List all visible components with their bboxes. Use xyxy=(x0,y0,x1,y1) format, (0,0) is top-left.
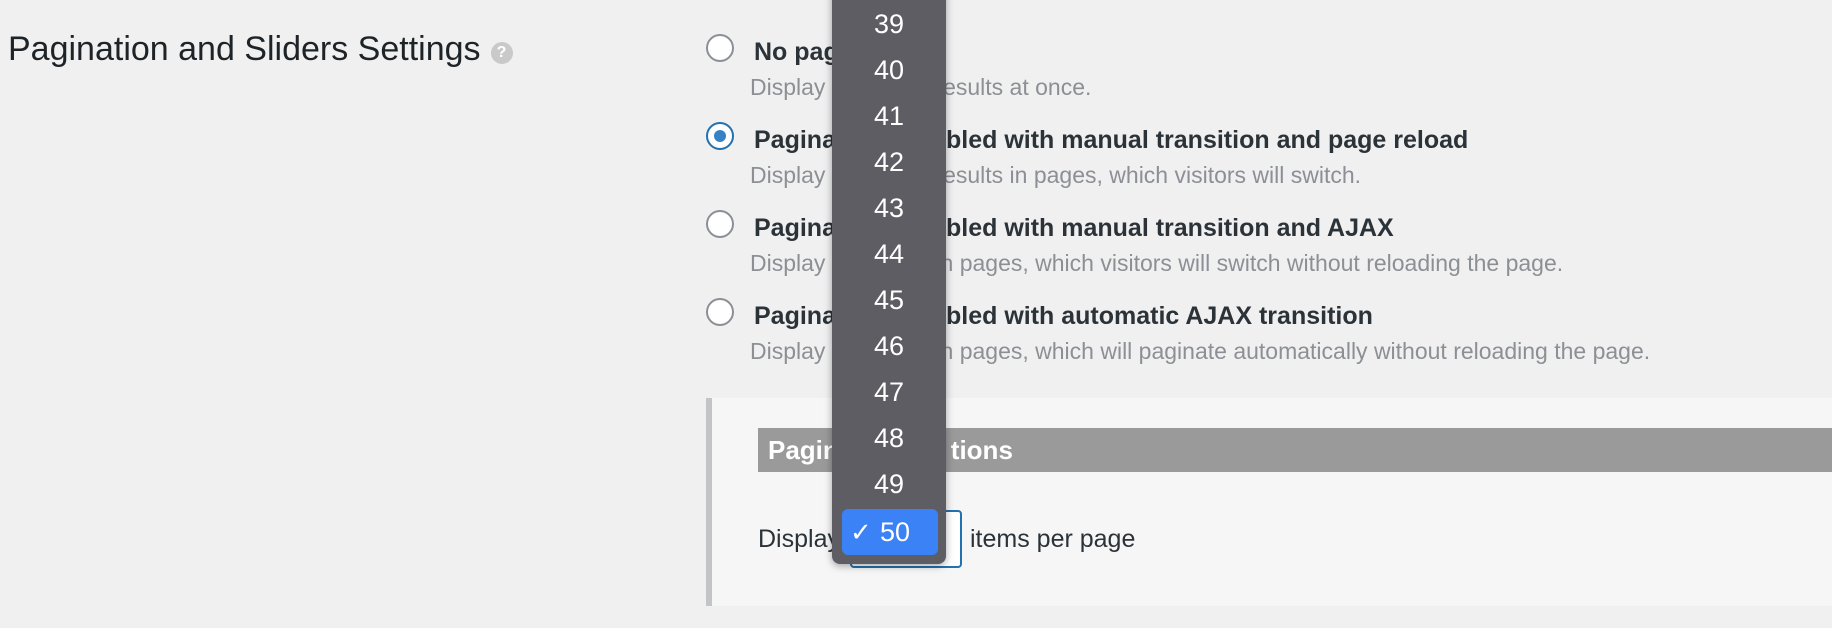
radio-no-pagination[interactable] xyxy=(706,34,734,62)
dropdown-option[interactable]: 49 xyxy=(832,461,946,507)
option-label: No pag xyxy=(754,38,839,66)
section-title-text: Pagination and Sliders Settings xyxy=(8,30,481,68)
dropdown-option[interactable]: 45 xyxy=(832,277,946,323)
dropdown-option[interactable]: 41 xyxy=(832,93,946,139)
dropdown-option[interactable]: 42 xyxy=(832,139,946,185)
radio-automatic-ajax[interactable] xyxy=(706,298,734,326)
dropdown-option[interactable]: 44 xyxy=(832,231,946,277)
radio-manual-ajax[interactable] xyxy=(706,210,734,238)
section-title: Pagination and Sliders Settings ? xyxy=(8,30,513,69)
dropdown-option[interactable]: 39 xyxy=(832,1,946,47)
checkmark-icon: ✓ xyxy=(850,517,872,547)
dropdown-option[interactable]: 43 xyxy=(832,185,946,231)
dropdown-option[interactable]: 40 xyxy=(832,47,946,93)
items-per-page-dropdown[interactable]: 39 40 41 42 43 44 45 46 47 48 49 ✓ 50 xyxy=(832,0,946,564)
dropdown-option[interactable]: 48 xyxy=(832,415,946,461)
dropdown-option[interactable]: 47 xyxy=(832,369,946,415)
items-per-page-row: Display items per page xyxy=(758,510,1135,568)
per-page-suffix: items per page xyxy=(970,524,1136,553)
dropdown-option-selected[interactable]: ✓ 50 xyxy=(842,509,938,555)
radio-manual-reload[interactable] xyxy=(706,122,734,150)
dropdown-option[interactable]: 46 xyxy=(832,323,946,369)
selected-value: 50 xyxy=(880,517,911,547)
help-icon[interactable]: ? xyxy=(490,41,513,64)
